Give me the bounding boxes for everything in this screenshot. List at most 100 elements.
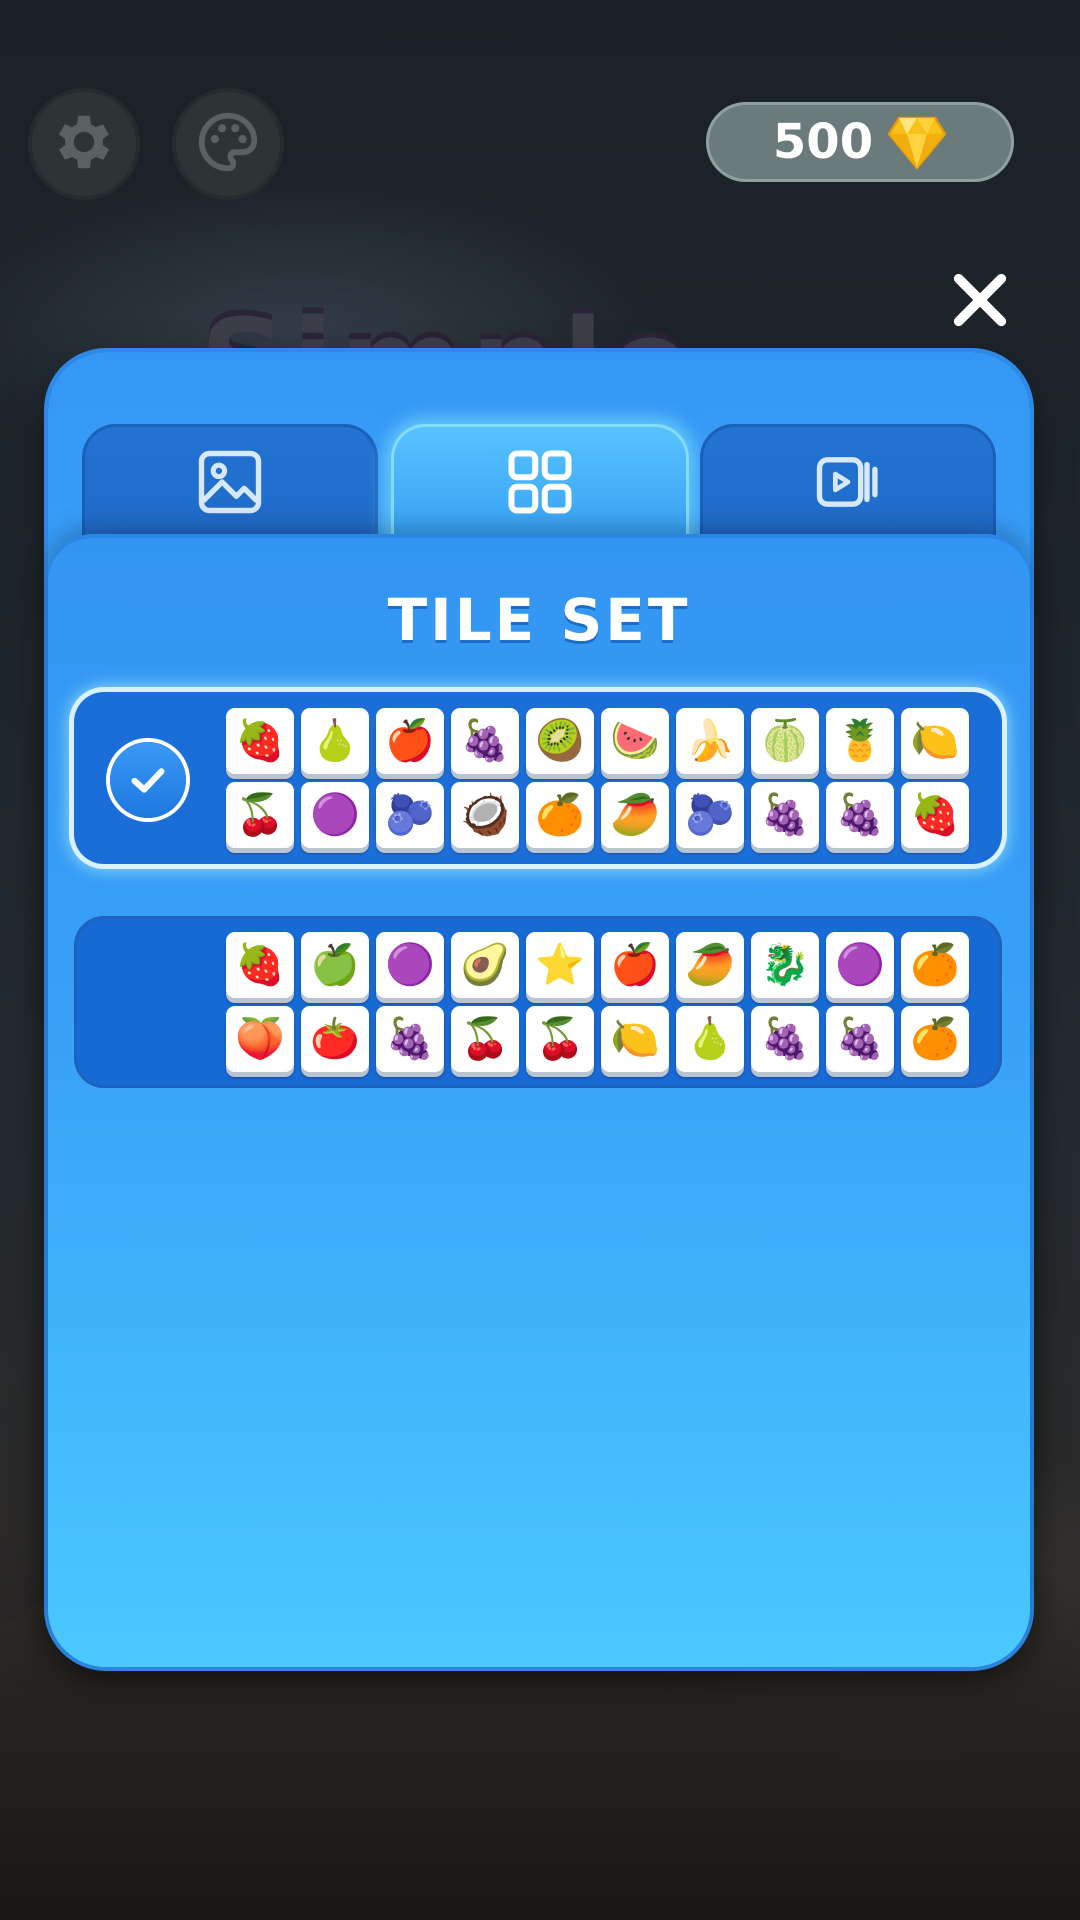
close-button[interactable] xyxy=(944,266,1016,338)
fruit-tile-icon: 🍎 xyxy=(376,708,444,774)
fruit-tile-icon: 🥭 xyxy=(601,782,669,848)
gem-count: 500 xyxy=(772,114,874,170)
fruit-tile-icon: 🍓 xyxy=(226,708,294,774)
fruit-glyph: 🍑 xyxy=(235,1016,285,1062)
fruit-glyph: 🍋 xyxy=(610,1016,660,1062)
fruit-glyph: 🍏 xyxy=(310,942,360,988)
fruit-glyph: 🟣 xyxy=(385,942,435,988)
fruit-tile-icon: 🍇 xyxy=(826,782,894,848)
fruit-tile-icon: 🍓 xyxy=(901,782,969,848)
fruit-tile-icon: 🍇 xyxy=(451,708,519,774)
close-icon xyxy=(948,268,1012,336)
fruit-glyph: 🍇 xyxy=(760,1016,810,1062)
fruit-glyph: 🍇 xyxy=(385,1016,435,1062)
fruit-glyph: 🍋 xyxy=(910,718,960,764)
fruit-tile-icon: 🍋 xyxy=(601,1006,669,1072)
fruit-glyph: 🍍 xyxy=(835,718,885,764)
fruit-glyph: 🍓 xyxy=(235,942,285,988)
gem-counter[interactable]: 500 xyxy=(706,102,1014,182)
fruit-tile-icon: 🍒 xyxy=(451,1006,519,1072)
video-cards-icon xyxy=(810,444,886,524)
fruit-glyph: 🍇 xyxy=(760,792,810,838)
fruit-tile-icon: 🫐 xyxy=(376,782,444,848)
tile-set-dialog: TILE SET 🍓 🍐 🍎 🍇 🥝 🍉 🍌 🍈 🍍 🍋 🍒 🟣 🫐 🥥 🍊 🥭 🫐 🍇 🍇 🍓 🍓 🍏 🟣 🥑 ⭐ 🍎 🥭 🐉 🟣 🍊… xyxy=(48,352,1030,1667)
gear-icon xyxy=(49,107,119,181)
tile-set-panel: TILE SET 🍓 🍐 🍎 🍇 🥝 🍉 🍌 🍈 🍍 🍋 🍒 🟣 🫐 🥥 🍊 🥭 🫐 🍇 🍇 🍓 🍓 🍏 🟣 🥑 ⭐ 🍎 🥭 🐉 🟣 🍊… xyxy=(48,538,1030,1667)
fruit-tile-icon: 🍐 xyxy=(301,708,369,774)
fruit-tile-icon: 🍍 xyxy=(826,708,894,774)
tile-preview-grid: 🍓 🍐 🍎 🍇 🥝 🍉 🍌 🍈 🍍 🍋 🍒 🟣 🫐 🥥 🍊 🥭 🫐 🍇 🍇 🍓 xyxy=(226,708,986,848)
fruit-glyph: 🍉 xyxy=(610,718,660,764)
fruit-tile-icon: 🍈 xyxy=(751,708,819,774)
tile-set-option-2[interactable]: 🍓 🍏 🟣 🥑 ⭐ 🍎 🥭 🐉 🟣 🍊 🍑 🍅 🍇 🍒 🍒 🍋 🍐 🍇 🍇 🍊 xyxy=(74,916,1002,1088)
image-icon xyxy=(192,444,268,524)
fruit-tile-icon: 🥑 xyxy=(451,932,519,998)
fruit-tile-icon: 🍎 xyxy=(601,932,669,998)
fruit-glyph: 🐉 xyxy=(760,942,810,988)
tile-preview-grid: 🍓 🍏 🟣 🥑 ⭐ 🍎 🥭 🐉 🟣 🍊 🍑 🍅 🍇 🍒 🍒 🍋 🍐 🍇 🍇 🍊 xyxy=(226,932,986,1072)
fruit-tile-icon: 🍑 xyxy=(226,1006,294,1072)
fruit-tile-icon: 🍇 xyxy=(826,1006,894,1072)
fruit-tile-icon: 🐉 xyxy=(751,932,819,998)
fruit-tile-icon: 🍉 xyxy=(601,708,669,774)
fruit-tile-icon: 🍊 xyxy=(901,932,969,998)
fruit-glyph: ⭐ xyxy=(535,942,585,988)
fruit-glyph: 🥭 xyxy=(685,942,735,988)
fruit-glyph: 🍒 xyxy=(460,1016,510,1062)
fruit-glyph: 🍓 xyxy=(235,718,285,764)
fruit-tile-icon: 🥥 xyxy=(451,782,519,848)
fruit-tile-icon: 🍏 xyxy=(301,932,369,998)
fruit-glyph: 🍎 xyxy=(610,942,660,988)
fruit-glyph: 🍎 xyxy=(385,718,435,764)
fruit-tile-icon: 🟣 xyxy=(301,782,369,848)
panel-title: TILE SET xyxy=(387,586,691,654)
fruit-tile-icon: 🟣 xyxy=(376,932,444,998)
fruit-tile-icon: 🟣 xyxy=(826,932,894,998)
fruit-glyph: 🥭 xyxy=(610,792,660,838)
fruit-glyph: 🍈 xyxy=(760,718,810,764)
selected-check xyxy=(110,742,186,818)
fruit-glyph: 🥥 xyxy=(460,792,510,838)
fruit-glyph: 🍌 xyxy=(685,718,735,764)
fruit-tile-icon: 🍒 xyxy=(526,1006,594,1072)
diamond-icon xyxy=(887,114,947,170)
fruit-glyph: 🍇 xyxy=(460,718,510,764)
fruit-tile-icon: 🥝 xyxy=(526,708,594,774)
fruit-glyph: 🥑 xyxy=(460,942,510,988)
fruit-glyph: 🍊 xyxy=(535,792,585,838)
fruit-glyph: 🫐 xyxy=(385,792,435,838)
theme-palette-button[interactable] xyxy=(172,88,284,200)
fruit-glyph: 🍊 xyxy=(910,942,960,988)
fruit-tile-icon: 🫐 xyxy=(676,782,744,848)
checkmark-icon xyxy=(131,768,165,793)
tile-set-option-1[interactable]: 🍓 🍐 🍎 🍇 🥝 🍉 🍌 🍈 🍍 🍋 🍒 🟣 🫐 🥥 🍊 🥭 🫐 🍇 🍇 🍓 xyxy=(74,692,1002,864)
fruit-tile-icon: 🍇 xyxy=(376,1006,444,1072)
fruit-tile-icon: 🍊 xyxy=(526,782,594,848)
fruit-tile-icon: 🍅 xyxy=(301,1006,369,1072)
fruit-glyph: 🍒 xyxy=(235,792,285,838)
fruit-glyph: 🟣 xyxy=(835,942,885,988)
fruit-glyph: 🍅 xyxy=(310,1016,360,1062)
fruit-tile-icon: ⭐ xyxy=(526,932,594,998)
fruit-glyph: 🍒 xyxy=(535,1016,585,1062)
fruit-glyph: 🍐 xyxy=(310,718,360,764)
fruit-tile-icon: 🍇 xyxy=(751,782,819,848)
fruit-tile-icon: 🍒 xyxy=(226,782,294,848)
fruit-glyph: 🫐 xyxy=(685,792,735,838)
grid-icon xyxy=(502,444,578,524)
fruit-tile-icon: 🍌 xyxy=(676,708,744,774)
fruit-glyph: 🍇 xyxy=(835,1016,885,1062)
settings-button[interactable] xyxy=(28,88,140,200)
fruit-tile-icon: 🍋 xyxy=(901,708,969,774)
fruit-glyph: 🥝 xyxy=(535,718,585,764)
fruit-glyph: 🍊 xyxy=(910,1016,960,1062)
fruit-tile-icon: 🍊 xyxy=(901,1006,969,1072)
fruit-tile-icon: 🍐 xyxy=(676,1006,744,1072)
fruit-glyph: 🟣 xyxy=(310,792,360,838)
fruit-glyph: 🍓 xyxy=(910,792,960,838)
fruit-glyph: 🍐 xyxy=(685,1016,735,1062)
palette-icon xyxy=(193,107,263,181)
fruit-glyph: 🍇 xyxy=(835,792,885,838)
fruit-tile-icon: 🍓 xyxy=(226,932,294,998)
fruit-tile-icon: 🍇 xyxy=(751,1006,819,1072)
